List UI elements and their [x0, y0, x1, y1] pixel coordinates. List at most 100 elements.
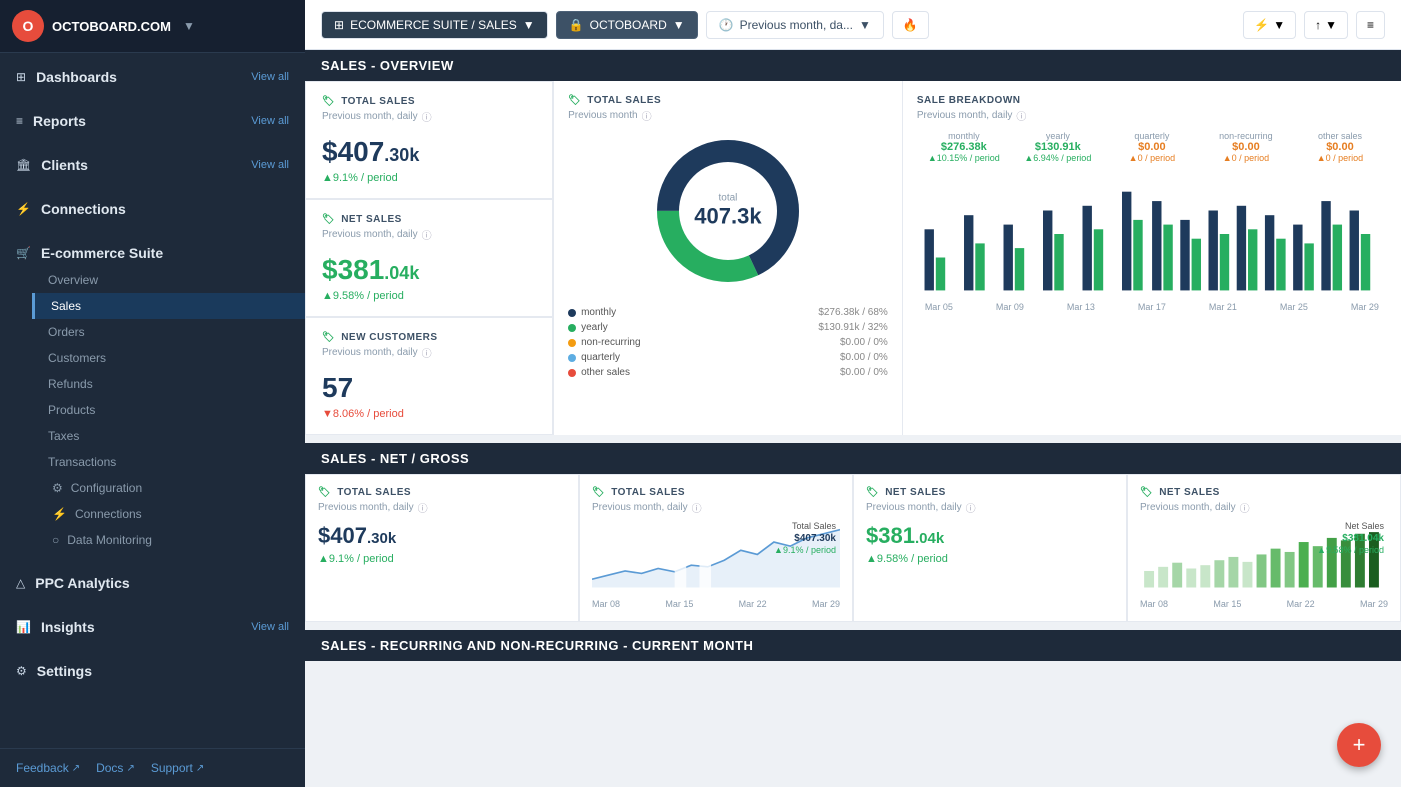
- clock-icon: 🕐: [719, 18, 734, 32]
- ppc-nav-item[interactable]: △ PPC Analytics: [0, 565, 305, 597]
- insights-section: 📊 Insights View all: [0, 603, 305, 647]
- net-sales-info-icon[interactable]: ⓘ: [422, 227, 432, 242]
- mini-total-sales-chart-card: 🏷 TOTAL SALES Previous month, daily ⓘ To…: [579, 474, 853, 622]
- donut-title: TOTAL SALES: [587, 95, 661, 106]
- feedback-external-icon: ↗: [72, 763, 80, 774]
- support-external-icon: ↗: [196, 763, 204, 774]
- sidebar: O OCTOBOARD.COM ▼ ⊞ Dashboards View all …: [0, 0, 305, 787]
- net-sales-prefix: $: [322, 254, 338, 285]
- fire-icon: 🔥: [903, 18, 918, 32]
- suite-selector[interactable]: ⊞ ECOMMERCE SUITE / SALES ▼: [321, 11, 548, 39]
- mini-total-info[interactable]: ⓘ: [418, 500, 428, 515]
- ppc-section: △ PPC Analytics: [0, 559, 305, 603]
- insights-icon: 📊: [16, 620, 31, 634]
- sales-overview-grid: 🏷 TOTAL SALES Previous month, daily ⓘ $4…: [305, 81, 1401, 435]
- spark-icon: ⚡: [1254, 18, 1269, 32]
- connections-icon: ⚡: [16, 202, 31, 216]
- clients-viewall[interactable]: View all: [251, 159, 289, 171]
- feedback-label: Feedback: [16, 761, 69, 775]
- left-metric-cards: 🏷 TOTAL SALES Previous month, daily ⓘ $4…: [305, 81, 554, 435]
- ecommerce-nav-item[interactable]: 🛒 E-commerce Suite: [0, 235, 305, 267]
- reports-nav-item[interactable]: ≡ Reports View all: [0, 103, 305, 135]
- support-link[interactable]: Support ↗: [151, 761, 204, 775]
- mini-net-change: ▲9.58% / period: [866, 553, 1114, 565]
- sidebar-item-overview[interactable]: Overview: [32, 267, 305, 293]
- breakdown-monthly: monthly $276.38k ▲10.15% / period: [917, 131, 1011, 163]
- sidebar-item-connections-sub[interactable]: ⚡ Connections: [32, 501, 305, 527]
- net-sales-decimal: .04k: [384, 263, 419, 283]
- taxes-label: Taxes: [48, 429, 79, 443]
- sidebar-item-products[interactable]: Products: [32, 397, 305, 423]
- breakdown-yearly: yearly $130.91k ▲6.94% / period: [1011, 131, 1105, 163]
- sidebar-item-configuration[interactable]: ⚙ Configuration: [32, 475, 305, 501]
- insights-label: Insights: [41, 619, 95, 635]
- sidebar-item-refunds[interactable]: Refunds: [32, 371, 305, 397]
- docs-external-icon: ↗: [126, 763, 134, 774]
- total-sales-info-icon[interactable]: ⓘ: [422, 109, 432, 124]
- orders-label: Orders: [48, 325, 85, 339]
- reports-section: ≡ Reports View all: [0, 97, 305, 141]
- sidebar-item-orders[interactable]: Orders: [32, 319, 305, 345]
- board-selector[interactable]: 🔒 OCTOBOARD ▼: [556, 11, 698, 39]
- settings-section: ⚙ Settings: [0, 647, 305, 691]
- new-customers-icon: 🏷: [322, 332, 335, 343]
- mini-net-info[interactable]: ⓘ: [966, 500, 976, 515]
- bar-chart-svg: [917, 169, 1387, 299]
- donut-center-label: total: [694, 193, 761, 204]
- net-sales-period: Previous month, daily: [322, 229, 418, 240]
- connections-label: Connections: [41, 201, 126, 217]
- menu-button[interactable]: ≡: [1356, 11, 1385, 39]
- new-customers-info-icon[interactable]: ⓘ: [422, 345, 432, 360]
- sidebar-item-customers[interactable]: Customers: [32, 345, 305, 371]
- period-dropdown-icon: ▼: [859, 18, 871, 32]
- suite-label: ECOMMERCE SUITE / SALES: [350, 18, 517, 32]
- sidebar-item-transactions[interactable]: Transactions: [32, 449, 305, 475]
- breakdown-bar-chart: Mar 05 Mar 09 Mar 13 Mar 17 Mar 21 Mar 2…: [917, 169, 1387, 312]
- total-sales-icon: 🏷: [322, 96, 335, 107]
- breakdown-othersales: other sales $0.00 ▲0 / period: [1293, 131, 1387, 163]
- docs-link[interactable]: Docs ↗: [96, 761, 135, 775]
- mini-total-chart-info[interactable]: ⓘ: [692, 500, 702, 515]
- dashboards-nav-item[interactable]: ⊞ Dashboards View all: [0, 59, 305, 91]
- ecommerce-submenu: Overview Sales Orders Customers Refunds …: [0, 267, 305, 553]
- sidebar-item-data-monitoring[interactable]: ○ Data Monitoring: [32, 527, 305, 553]
- settings-nav-item[interactable]: ⚙ Settings: [0, 653, 305, 685]
- new-customers-label: NEW CUSTOMERS: [341, 332, 437, 343]
- period-selector[interactable]: 🕐 Previous month, da... ▼: [706, 11, 884, 39]
- dashboards-viewall[interactable]: View all: [251, 71, 289, 83]
- net-sales-main: 381: [338, 254, 385, 285]
- mini-net-chart-info[interactable]: ⓘ: [1240, 500, 1250, 515]
- share-icon: ↑: [1315, 18, 1321, 32]
- dashboard-content: SALES - OVERVIEW 🏷 TOTAL SALES Previous …: [305, 50, 1401, 787]
- donut-icon: 🏷: [568, 95, 581, 106]
- reports-viewall[interactable]: View all: [251, 115, 289, 127]
- connections-nav-item[interactable]: ⚡ Connections: [0, 191, 305, 223]
- insights-nav-item[interactable]: 📊 Insights View all: [0, 609, 305, 641]
- sidebar-item-taxes[interactable]: Taxes: [32, 423, 305, 449]
- settings-label: Settings: [37, 663, 92, 679]
- sidebar-item-sales[interactable]: Sales: [32, 293, 305, 319]
- org-arrow-icon[interactable]: ▼: [183, 19, 195, 33]
- mini-total-icon: 🏷: [318, 487, 331, 498]
- add-fab-button[interactable]: +: [1337, 723, 1381, 767]
- dashboards-section: ⊞ Dashboards View all: [0, 53, 305, 97]
- connections-sub-label: Connections: [75, 507, 142, 521]
- share-button[interactable]: ↑ ▼: [1304, 11, 1348, 39]
- divider-2: [305, 622, 1401, 630]
- clients-icon: 🏛: [16, 158, 31, 172]
- refunds-label: Refunds: [48, 377, 93, 391]
- total-sales-period: Previous month, daily: [322, 111, 418, 122]
- insights-viewall[interactable]: View all: [251, 621, 289, 633]
- sidebar-footer: Feedback ↗ Docs ↗ Support ↗: [0, 748, 305, 787]
- breakdown-info-icon[interactable]: ⓘ: [1016, 108, 1026, 123]
- legend-item-nonrecurring: non-recurring $0.00 / 0%: [568, 335, 888, 350]
- fire-button[interactable]: 🔥: [892, 11, 929, 39]
- new-customers-period: Previous month, daily: [322, 347, 418, 358]
- spark-button[interactable]: ⚡ ▼: [1243, 11, 1296, 39]
- clients-nav-item[interactable]: 🏛 Clients View all: [0, 147, 305, 179]
- breakdown-period: Previous month, daily: [917, 110, 1013, 121]
- donut-info-icon[interactable]: ⓘ: [642, 108, 652, 123]
- board-dropdown-icon: ▼: [673, 18, 685, 32]
- feedback-link[interactable]: Feedback ↗: [16, 761, 80, 775]
- new-customers-card: 🏷 NEW CUSTOMERS Previous month, daily ⓘ …: [305, 317, 553, 435]
